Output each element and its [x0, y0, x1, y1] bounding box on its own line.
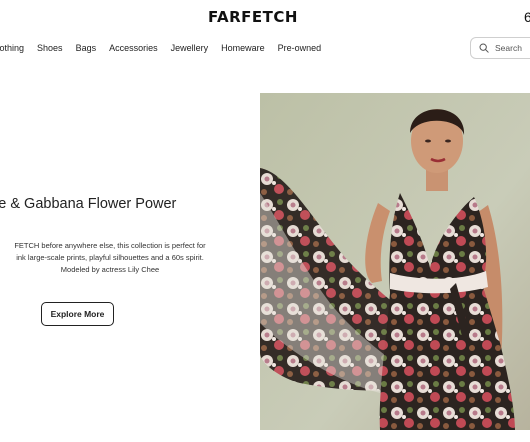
nav-item-clothing[interactable]: Clothing: [0, 43, 24, 53]
hero-description: FETCH before anywhere else, this collect…: [0, 240, 240, 276]
hero-description-line: FETCH before anywhere else, this collect…: [14, 241, 206, 250]
explore-more-button[interactable]: Explore More: [41, 302, 114, 326]
search-icon: [479, 43, 489, 53]
hero-description-line: Modeled by actress Lily Chee: [60, 265, 160, 274]
nav-item-accessories[interactable]: Accessories: [109, 43, 158, 53]
nav-item-shoes[interactable]: Shoes: [37, 43, 63, 53]
search-placeholder: Search: [495, 43, 522, 53]
search-input[interactable]: Search: [470, 37, 530, 59]
account-icon[interactable]: 6: [524, 9, 530, 25]
farfetch-logo[interactable]: FARFETCH: [0, 8, 506, 26]
hero-title: ce & Gabbana Flower Power: [0, 196, 177, 212]
hero-image[interactable]: [260, 93, 530, 430]
nav-item-homeware[interactable]: Homeware: [221, 43, 265, 53]
nav-item-pre-owned[interactable]: Pre-owned: [278, 43, 322, 53]
nav-item-bags[interactable]: Bags: [76, 43, 97, 53]
model-photo: [260, 93, 530, 430]
nav-item-jewellery[interactable]: Jewellery: [171, 43, 209, 53]
hero-description-line: ink large-scale prints, playful silhouet…: [16, 253, 204, 262]
main-nav: Clothing Shoes Bags Accessories Jeweller…: [0, 43, 334, 53]
